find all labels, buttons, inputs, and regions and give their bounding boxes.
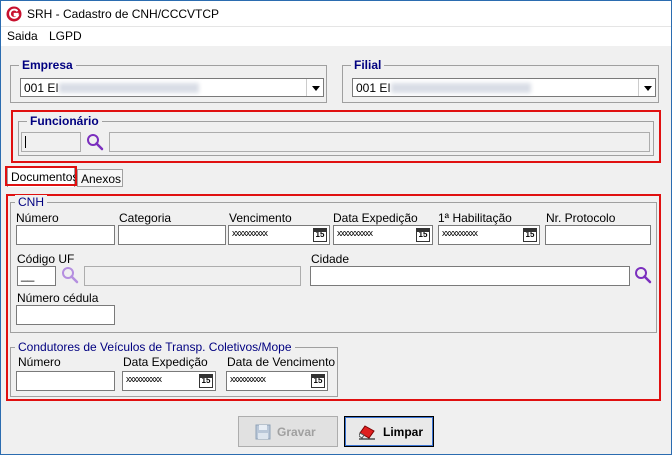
gravar-label: Gravar: [277, 425, 316, 439]
menu-item-saida[interactable]: Saida: [7, 29, 38, 43]
numero-label: Número: [16, 211, 59, 225]
filial-value: 001 EI: [356, 81, 391, 95]
date-mask: xxxxxxxxxx: [232, 228, 268, 238]
main-window: SRH - Cadastro de CNH/CCCVTCP Saida LGPD…: [0, 0, 672, 455]
filial-label: Filial: [351, 58, 385, 72]
date-mask: xxxxxxxxxx: [337, 228, 373, 238]
empresa-label: Empresa: [19, 58, 76, 72]
title-bar: SRH - Cadastro de CNH/CCCVTCP: [1, 1, 671, 27]
codigo-uf-input[interactable]: __: [17, 266, 56, 286]
search-icon[interactable]: [86, 133, 104, 151]
vencimento-label: Vencimento: [229, 211, 292, 225]
categoria-label: Categoria: [119, 211, 172, 225]
codigo-uf-value: __: [21, 268, 35, 282]
condutores-label: Condutores de Veículos de Transp. Coleti…: [15, 340, 295, 354]
data-expedicao-date-input[interactable]: xxxxxxxxxx 15: [333, 225, 433, 245]
floppy-disk-icon: [255, 424, 271, 440]
redacted-text: [391, 83, 531, 93]
chevron-down-icon[interactable]: [638, 79, 655, 96]
empresa-value: 001 EI: [24, 81, 59, 95]
uf-name-field: [84, 266, 301, 286]
menu-item-lgpd[interactable]: LGPD: [49, 29, 82, 43]
condutores-numero-label: Número: [18, 355, 61, 369]
numero-cedula-label: Número cédula: [17, 291, 99, 305]
calendar-icon[interactable]: 15: [416, 228, 430, 242]
calendar-icon[interactable]: 15: [199, 374, 213, 388]
condutores-data-expedicao-label: Data Expedição: [123, 355, 208, 369]
redacted-text: [59, 83, 199, 93]
search-icon[interactable]: [61, 266, 79, 284]
cnh-label: CNH: [15, 195, 47, 209]
funcionario-name-field: [109, 132, 650, 152]
text-cursor: [25, 136, 26, 148]
tab-documentos-highlight: [5, 166, 77, 186]
primeira-habilitacao-date-input[interactable]: xxxxxxxxxx 15: [438, 225, 540, 245]
gravar-button[interactable]: Gravar: [238, 416, 338, 447]
data-expedicao-label: Data Expedição: [333, 211, 418, 225]
condutores-numero-input[interactable]: [16, 371, 115, 391]
calendar-icon[interactable]: 15: [311, 374, 325, 388]
filial-select[interactable]: 001 EI: [352, 78, 656, 97]
search-icon[interactable]: [634, 266, 652, 284]
condutores-data-expedicao-input[interactable]: xxxxxxxxxx 15: [122, 371, 216, 391]
condutores-data-vencimento-label: Data de Vencimento: [227, 355, 336, 369]
date-mask: xxxxxxxxxx: [230, 374, 266, 384]
limpar-button[interactable]: Limpar: [344, 416, 434, 447]
menu-bar: Saida LGPD: [1, 27, 671, 46]
chevron-down-icon[interactable]: [306, 79, 323, 96]
nr-protocolo-input[interactable]: [545, 225, 651, 245]
date-mask: xxxxxxxxxx: [442, 228, 478, 238]
limpar-label: Limpar: [383, 425, 424, 439]
tab-anexos-label: Anexos: [81, 172, 122, 186]
date-mask: xxxxxxxxxx: [126, 374, 162, 384]
primeira-habilitacao-label: 1ª Habilitação: [438, 211, 512, 225]
window-title: SRH - Cadastro de CNH/CCCVTCP: [27, 7, 220, 21]
calendar-icon[interactable]: 15: [523, 228, 537, 242]
categoria-input[interactable]: [118, 225, 226, 245]
codigo-uf-label: Código UF: [17, 252, 75, 266]
calendar-icon[interactable]: 15: [313, 228, 327, 242]
empresa-select[interactable]: 001 EI: [20, 78, 324, 97]
tab-anexos[interactable]: Anexos: [77, 169, 123, 187]
numero-cedula-input[interactable]: [16, 305, 115, 325]
app-logo-icon: [6, 6, 22, 22]
condutores-data-vencimento-input[interactable]: xxxxxxxxxx 15: [226, 371, 328, 391]
funcionario-code-input[interactable]: [21, 132, 81, 152]
nr-protocolo-label: Nr. Protocolo: [546, 211, 616, 225]
funcionario-label: Funcionário: [27, 114, 102, 128]
cidade-label: Cidade: [311, 252, 350, 266]
cidade-input[interactable]: [310, 266, 630, 286]
cnh-numero-input[interactable]: [16, 225, 115, 245]
eraser-icon: [359, 425, 375, 440]
vencimento-date-input[interactable]: xxxxxxxxxx 15: [228, 225, 330, 245]
